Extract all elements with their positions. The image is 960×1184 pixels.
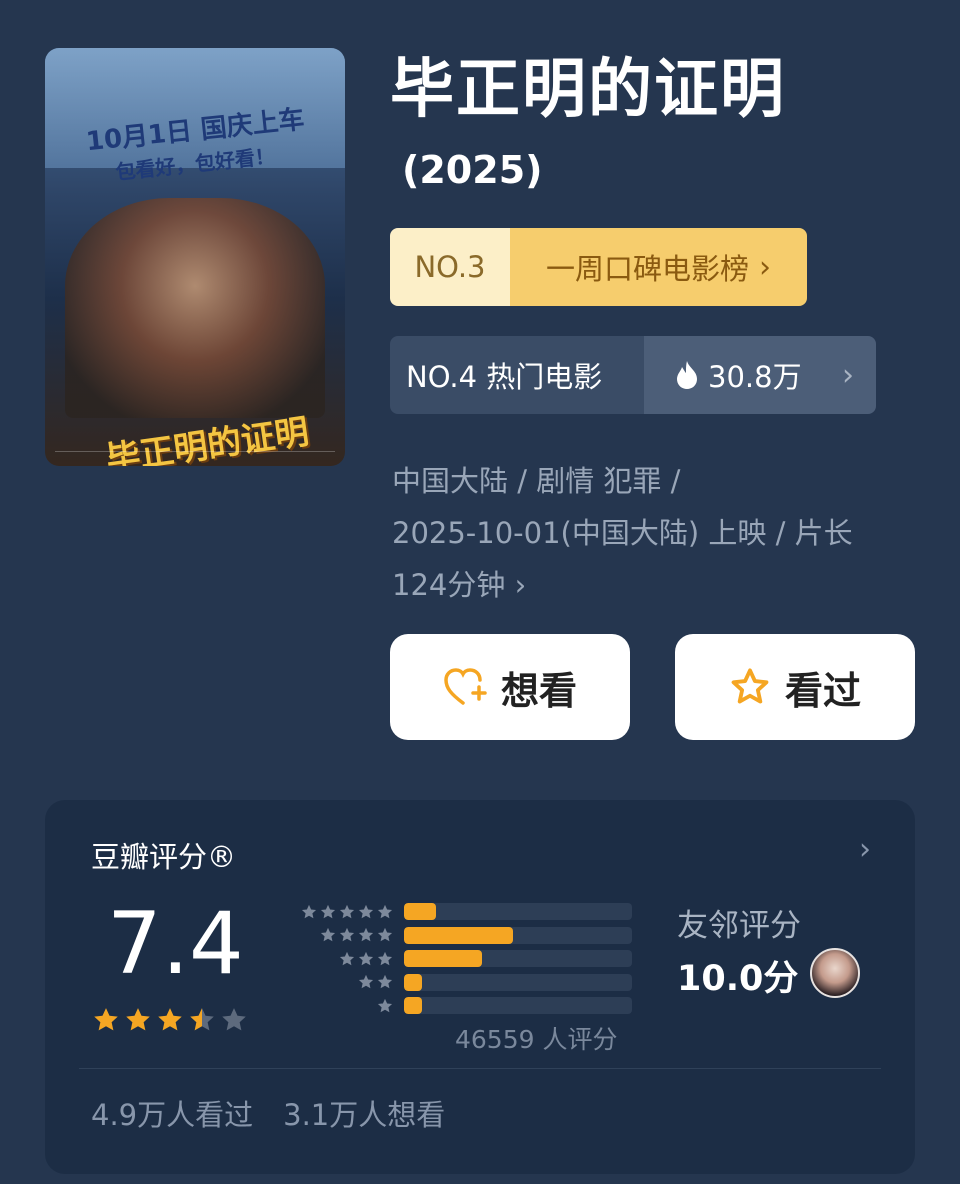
rating-count: 46559 人评分: [455, 1025, 618, 1054]
distribution-bar: [403, 997, 632, 1015]
distribution-row: [277, 994, 632, 1018]
movie-info-line-3: 124分钟 ›: [392, 559, 932, 611]
hot-rank-label: NO.4 热门电影: [390, 336, 644, 414]
want-count: 3.1万人想看: [283, 1098, 446, 1132]
chevron-right-icon[interactable]: ›: [859, 832, 871, 867]
mini-star-icon: [376, 903, 394, 921]
heart-plus-icon: [444, 668, 487, 705]
distribution-bar-fill: [403, 950, 482, 968]
mini-star-icon: [338, 926, 356, 944]
rating-star-icon: [219, 1005, 249, 1035]
poster-cast-image: [65, 198, 325, 418]
distribution-stars: [277, 950, 404, 968]
douban-rating-card[interactable]: 豆瓣评分® › 7.4 46559 人评分 友邻评分 10.0分 4.9万人看过…: [45, 800, 915, 1174]
movie-title: 毕正明的证明: [390, 53, 786, 127]
rating-stars: [91, 1005, 249, 1035]
mini-star-icon: [376, 926, 394, 944]
mini-star-icon: [357, 903, 375, 921]
rating-star-icon: [187, 1005, 217, 1035]
mini-star-icon: [376, 950, 394, 968]
rating-distribution: [277, 900, 632, 1018]
rating-star-icon: [123, 1005, 153, 1035]
mini-star-icon: [357, 973, 375, 991]
mini-star-icon: [319, 903, 337, 921]
movie-info[interactable]: 中国大陆 / 剧情 犯罪 / 2025-10-01(中国大陆) 上映 / 片长 …: [392, 455, 932, 611]
chevron-right-icon: ›: [842, 357, 854, 393]
weekly-rank-name: 一周口碑电影榜 ›: [510, 228, 807, 306]
distribution-row: [277, 924, 632, 948]
distribution-bar: [403, 950, 632, 968]
distribution-stars: [277, 997, 404, 1015]
poster-credits: [55, 451, 335, 460]
divider: [79, 1068, 881, 1069]
rating-star-icon: [91, 1005, 121, 1035]
distribution-bar-fill: [403, 973, 423, 991]
mini-star-icon: [338, 950, 356, 968]
distribution-bar-fill: [403, 903, 436, 921]
movie-poster[interactable]: 10月1日 国庆上车 包看好，包好看！ 毕正明的证明: [45, 48, 345, 466]
distribution-bar: [403, 926, 632, 944]
mini-star-icon: [300, 903, 318, 921]
movie-info-line-1: 中国大陆 / 剧情 犯罪 /: [392, 464, 681, 498]
hot-rank-heat: 30.8万 ›: [644, 336, 876, 414]
weekly-rank-badge[interactable]: NO.3 一周口碑电影榜 ›: [390, 228, 807, 306]
chevron-right-icon: ›: [759, 249, 771, 285]
seen-count: 4.9万人看过: [91, 1098, 254, 1132]
rating-score: 7.4: [107, 894, 244, 994]
mini-star-icon: [319, 926, 337, 944]
movie-info-line-2: 2025-10-01(中国大陆) 上映 / 片长: [392, 516, 853, 550]
distribution-row: [277, 971, 632, 995]
rating-star-icon: [155, 1005, 185, 1035]
watched-button[interactable]: 看过: [675, 634, 915, 740]
distribution-bar-fill: [403, 997, 423, 1015]
movie-year: (2025): [402, 148, 543, 192]
runtime: 124分钟: [392, 568, 506, 602]
watch-stats: 4.9万人看过 3.1万人想看: [91, 1092, 445, 1134]
want-label: 想看: [500, 668, 577, 713]
friend-rating-label: 友邻评分: [677, 908, 801, 944]
weekly-rank-number: NO.3: [390, 228, 510, 306]
distribution-row: [277, 900, 632, 924]
distribution-stars: [277, 903, 404, 921]
distribution-row: [277, 947, 632, 971]
rating-caption: 豆瓣评分®: [91, 840, 237, 874]
mini-star-icon: [376, 997, 394, 1015]
distribution-bar-fill: [403, 926, 514, 944]
mini-star-icon: [357, 950, 375, 968]
mini-star-icon: [357, 926, 375, 944]
friend-avatar[interactable]: [810, 948, 860, 998]
distribution-bar: [403, 973, 632, 991]
hot-rank-badge[interactable]: NO.4 热门电影 30.8万 ›: [390, 336, 876, 414]
star-outline-icon: [731, 668, 769, 704]
weekly-rank-label: 一周口碑电影榜: [545, 252, 749, 286]
hot-heat-value: 30.8万: [708, 360, 802, 394]
friend-rating-score: 10.0分: [677, 959, 799, 999]
seen-label: 看过: [784, 668, 861, 713]
distribution-stars: [277, 926, 404, 944]
distribution-bar: [403, 903, 632, 921]
distribution-stars: [277, 973, 404, 991]
fire-icon: [677, 361, 697, 389]
chevron-right-icon: ›: [514, 568, 527, 602]
want-to-watch-button[interactable]: 想看: [390, 634, 630, 740]
mini-star-icon: [338, 903, 356, 921]
mini-star-icon: [376, 973, 394, 991]
